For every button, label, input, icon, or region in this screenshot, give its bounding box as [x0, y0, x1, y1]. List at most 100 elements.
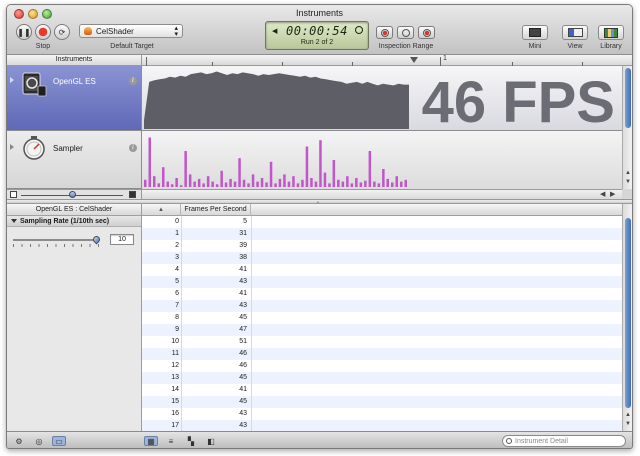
call-tree-view-icon[interactable]: ▚ [184, 436, 198, 446]
tracks-horizontal-scrollbar[interactable]: ◀ ▶ [142, 189, 622, 199]
zoom-out-icon[interactable] [10, 191, 17, 198]
table-vertical-scrollbar[interactable]: ▲ ▼ [622, 204, 632, 431]
inspection-clear-button[interactable] [397, 26, 414, 39]
sampler-spike [283, 174, 286, 187]
elapsed-time: 00:00:54 [286, 24, 348, 38]
timeline-ruler[interactable]: Instruments 1 [7, 55, 632, 66]
scrollbar-thumb[interactable] [625, 218, 631, 408]
table-row[interactable]: 8 45 [142, 312, 622, 324]
scroll-down-icon[interactable]: ▼ [625, 421, 631, 427]
sort-ascending-icon: ▲ [158, 207, 164, 213]
record-stop-button[interactable] [35, 24, 51, 40]
table-row[interactable]: 4 41 [142, 264, 622, 276]
sampler-spike [211, 181, 214, 187]
instrument-detail-panel: OpenGL ES : CelShader Sampling Rate (1/1… [7, 204, 142, 431]
sampler-spike [260, 178, 264, 187]
row-index: 13 [171, 374, 179, 381]
scrollbar-thumb[interactable] [625, 68, 631, 128]
tracks-vertical-scrollbar[interactable]: ▲ ▼ [622, 66, 632, 189]
scroll-down-icon[interactable]: ▼ [625, 179, 631, 185]
row-fps-value: 45 [239, 314, 247, 321]
scroll-right-icon[interactable]: ▶ [610, 190, 615, 198]
table-row[interactable]: 9 47 [142, 324, 622, 336]
table-row[interactable]: 5 43 [142, 276, 622, 288]
disclosure-triangle-icon[interactable] [11, 219, 17, 223]
sampler-spike [274, 183, 277, 187]
table-row[interactable]: 2 39 [142, 240, 622, 252]
sampler-spike [197, 178, 201, 187]
table-view-icon[interactable]: ▦ [144, 436, 158, 446]
opengl-es-graph[interactable]: 46 FPS [142, 66, 622, 131]
table-row[interactable]: 15 45 [142, 396, 622, 408]
disclosure-triangle-icon[interactable] [10, 77, 14, 83]
inspection-end-button[interactable] [418, 26, 435, 39]
focus-icon[interactable]: ◎ [32, 436, 46, 446]
table-row[interactable]: 6 41 [142, 288, 622, 300]
mini-icon [529, 28, 541, 37]
target-popup[interactable]: CelShader ▴ ▾ [79, 24, 183, 38]
scroll-left-icon[interactable]: ◀ [600, 190, 605, 198]
playhead-marker[interactable] [410, 57, 418, 63]
sampler-spike [144, 179, 147, 187]
scroll-up-icon[interactable]: ▲ [625, 170, 631, 176]
track-name-opengl-es: OpenGL ES [53, 77, 96, 86]
table-row[interactable]: 16 43 [142, 408, 622, 420]
track-header-sampler[interactable]: Sampler i [7, 131, 142, 189]
info-icon[interactable]: i [129, 144, 137, 152]
zoom-in-icon[interactable] [129, 191, 136, 198]
sampler-spike [328, 183, 331, 187]
table-row[interactable]: 3 38 [142, 252, 622, 264]
search-icon [506, 438, 512, 444]
library-label: Library [600, 43, 622, 50]
table-row[interactable]: 13 45 [142, 372, 622, 384]
column-header-index[interactable]: ▲ [142, 204, 181, 216]
view-button[interactable] [562, 25, 588, 40]
window-title: Instruments [295, 8, 344, 18]
outline-view-icon[interactable]: ≡ [164, 436, 178, 446]
extended-detail-icon[interactable]: ◧ [204, 436, 218, 446]
row-index: 14 [171, 386, 179, 393]
row-index: 5 [175, 278, 179, 285]
row-fps-value: 47 [239, 326, 247, 333]
detail-view-icon[interactable]: ▭ [52, 436, 66, 446]
row-index: 17 [171, 422, 179, 429]
table-row[interactable]: 10 51 [142, 336, 622, 348]
sampler-spike [175, 178, 178, 187]
opengl-es-instrument-icon [22, 72, 47, 97]
instrument-detail-search[interactable]: Instrument Detail [502, 435, 626, 447]
library-icon [604, 27, 618, 38]
zoom-slider-knob[interactable] [69, 191, 76, 198]
view-icon [567, 28, 583, 37]
loop-button[interactable]: ⟳ [54, 24, 70, 40]
slider-knob[interactable] [91, 234, 102, 245]
info-icon[interactable]: i [129, 77, 137, 85]
pause-button[interactable]: ❚❚ [16, 24, 32, 40]
table-row[interactable]: 12 46 [142, 360, 622, 372]
previous-run-icon[interactable]: ◀ [272, 27, 277, 35]
table-row[interactable]: 14 41 [142, 384, 622, 396]
disclosure-triangle-icon[interactable] [10, 144, 14, 150]
sampler-graph[interactable] [142, 131, 622, 189]
mini-button[interactable] [522, 25, 548, 40]
sampling-rate-field[interactable]: 10 [110, 234, 134, 245]
toolbar: Instruments ❚❚ ⟳ Stop CelShader ▴ ▾ Defau… [7, 5, 632, 55]
table-row[interactable]: 7 43 [142, 300, 622, 312]
row-index: 2 [175, 242, 179, 249]
track-header-opengl-es[interactable]: OpenGL ES i [7, 66, 142, 131]
sampler-spike [166, 181, 169, 187]
library-button[interactable] [598, 25, 624, 40]
sampling-rate-section[interactable]: Sampling Rate (1/10th sec) [7, 216, 141, 227]
sampler-spike [337, 179, 340, 187]
table-row[interactable]: 1 31 [142, 228, 622, 240]
inspection-start-button[interactable] [376, 26, 393, 39]
ruler-scale: 1 [142, 55, 622, 66]
gear-icon[interactable]: ⚙ [12, 436, 26, 446]
ruler-tick-label: 1 [443, 55, 447, 62]
table-row[interactable]: 11 46 [142, 348, 622, 360]
table-row[interactable]: 17 43 [142, 420, 622, 431]
scroll-up-icon[interactable]: ▲ [625, 412, 631, 418]
sampler-spike [162, 167, 165, 187]
sampler-spike [153, 176, 156, 187]
table-row[interactable]: 05 [142, 216, 622, 228]
column-header-fps[interactable]: Frames Per Second [181, 204, 251, 216]
